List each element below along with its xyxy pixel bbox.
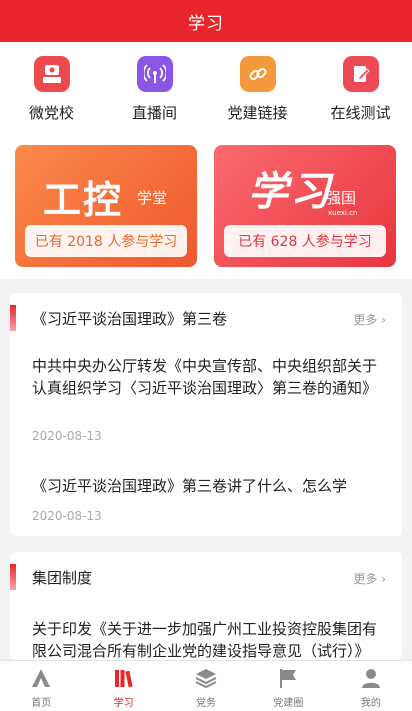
news-item-date: 2020-08-13 xyxy=(32,429,102,443)
chevron-right-icon: › xyxy=(381,313,386,327)
section-accent-bar xyxy=(10,305,16,331)
tab-study[interactable]: 学习 xyxy=(82,661,164,711)
more-label: 更多 xyxy=(353,572,378,586)
user-icon xyxy=(358,665,384,691)
top-bar: 学习 xyxy=(0,0,412,42)
bottom-tab-bar: 首页 学习 党务 党建圈 我的 xyxy=(0,660,412,711)
banner-url: xuexi.cn xyxy=(328,209,358,217)
section-group-regulations: 集团制度 更多 › 关于印发《关于进一步加强广州工业投资控股集团有限公司混合所有… xyxy=(10,552,402,660)
news-item-title[interactable]: 中共中央办公厅转发《中央宣传部、中央组织部关于认真组织学习〈习近平谈治国理政〉第… xyxy=(32,355,384,399)
banner-title: 工控 xyxy=(43,178,124,222)
tab-label: 党务 xyxy=(196,698,217,709)
tab-label: 学习 xyxy=(113,698,134,709)
section-governance-vol3: 《习近平谈治国理政》第三卷 更多 › 中共中央办公厅转发《中央宣传部、中央组织部… xyxy=(10,293,402,536)
quick-link-label: 在线测试 xyxy=(330,104,391,122)
quick-link-party-links[interactable]: 党建链接 xyxy=(206,42,309,137)
quick-link-micro-party-school[interactable]: 微党校 xyxy=(0,42,103,137)
layers-icon xyxy=(193,665,219,691)
tab-party-circle[interactable]: 党建圈 xyxy=(247,661,329,711)
edit-test-icon xyxy=(342,56,379,92)
tab-label: 首页 xyxy=(31,698,52,709)
link-icon xyxy=(239,56,276,92)
tab-profile[interactable]: 我的 xyxy=(330,661,412,711)
banner-title: 学习 xyxy=(248,168,332,215)
quick-link-label: 直播间 xyxy=(131,104,177,122)
news-item-date: 2020-08-13 xyxy=(32,509,102,523)
books-icon xyxy=(111,665,137,691)
page-title: 学习 xyxy=(188,13,224,34)
banner-subtitle: 强国 xyxy=(326,189,357,207)
tab-label: 我的 xyxy=(360,698,381,709)
section-header: 集团制度 更多 › xyxy=(10,564,402,590)
more-label: 更多 xyxy=(353,313,378,327)
news-item-title[interactable]: 《习近平谈治国理政》第三卷讲了什么、怎么学 xyxy=(32,475,384,497)
flag-icon xyxy=(275,665,301,691)
tab-home[interactable]: 首页 xyxy=(0,661,82,711)
school-icon xyxy=(33,56,70,92)
quick-link-live-room[interactable]: 直播间 xyxy=(103,42,206,137)
quick-links: 微党校 直播间 党建链接 在线测试 xyxy=(0,42,412,137)
banner-subtitle: 学堂 xyxy=(137,189,168,207)
live-broadcast-icon xyxy=(136,56,173,92)
section-accent-bar xyxy=(10,564,16,590)
chevron-right-icon: › xyxy=(381,572,386,586)
quick-link-label: 党建链接 xyxy=(227,104,288,122)
banner-area: 工控 学堂 已有 2018 人参与学习 学习 强国 xuexi.cn 已有 62… xyxy=(0,137,412,279)
section-title: 《习近平谈治国理政》第三卷 xyxy=(32,310,228,328)
tab-party-affairs[interactable]: 党务 xyxy=(165,661,247,711)
home-icon xyxy=(28,665,54,691)
quick-link-online-test[interactable]: 在线测试 xyxy=(309,42,412,137)
section-header: 《习近平谈治国理政》第三卷 更多 › xyxy=(10,305,402,331)
banner-participant-count: 已有 628 人参与学习 xyxy=(224,225,386,257)
banner-participant-count: 已有 2018 人参与学习 xyxy=(25,225,187,257)
more-link[interactable]: 更多 › xyxy=(353,311,386,328)
tab-label: 党建圈 xyxy=(273,698,304,709)
banner-industrial-academy[interactable]: 工控 学堂 已有 2018 人参与学习 xyxy=(15,145,197,267)
section-title: 集团制度 xyxy=(32,569,93,587)
news-item-title[interactable]: 关于印发《关于进一步加强广州工业投资控股集团有限公司混合所有制企业党的建设指导意… xyxy=(32,618,384,660)
more-link[interactable]: 更多 › xyxy=(353,570,386,587)
quick-link-label: 微党校 xyxy=(28,104,74,122)
banner-xuexi-qiangguo[interactable]: 学习 强国 xuexi.cn 已有 628 人参与学习 xyxy=(214,145,396,267)
